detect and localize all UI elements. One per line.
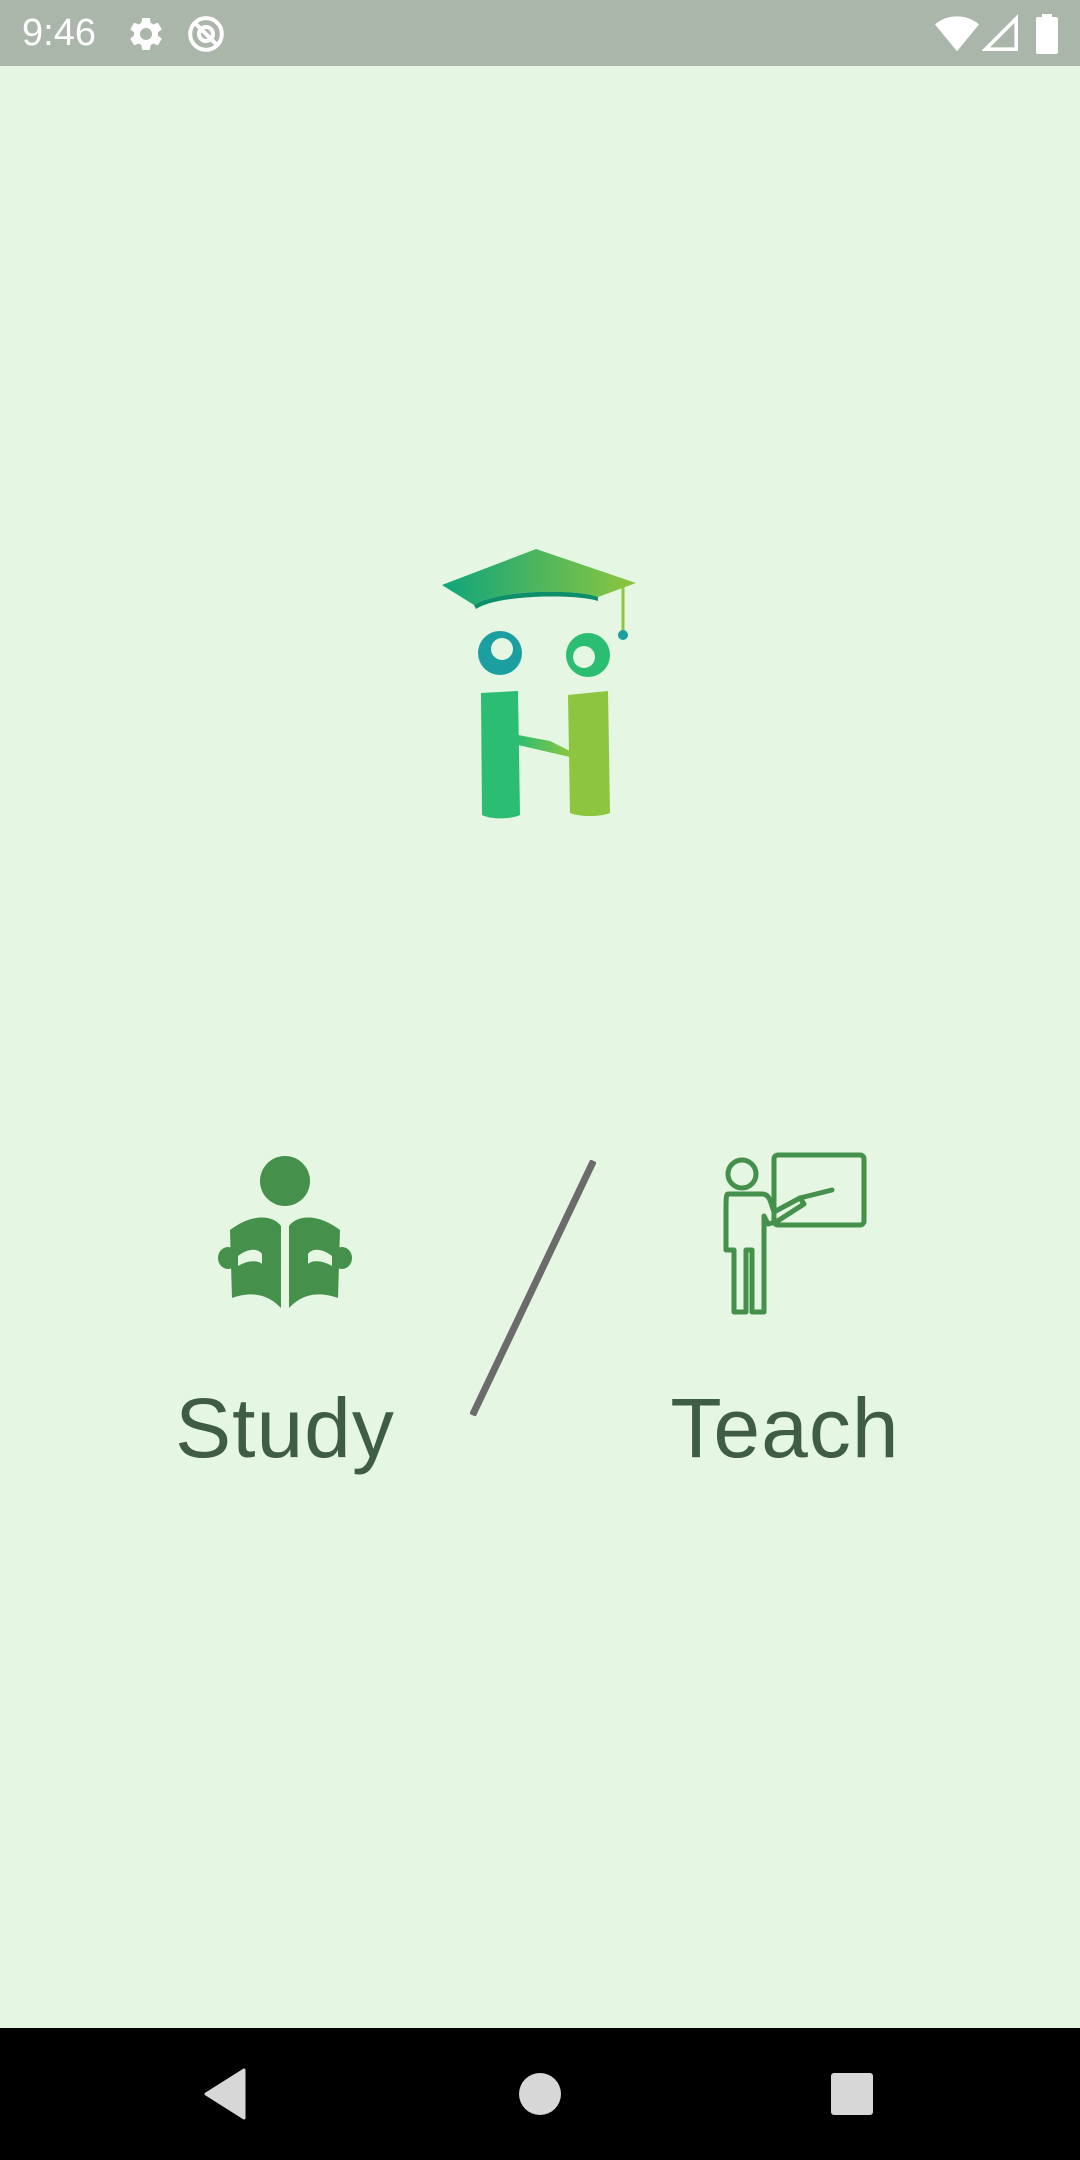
teacher-board-icon <box>723 1152 867 1315</box>
home-icon[interactable] <box>510 2064 570 2124</box>
settings-icon <box>130 17 162 50</box>
sync-disabled-icon <box>188 16 224 52</box>
recents-icon[interactable] <box>822 2064 882 2124</box>
student-reading-icon <box>218 1156 352 1308</box>
teach-option[interactable]: Teach <box>660 1140 910 1480</box>
divider-slash <box>470 1160 596 1416</box>
study-option[interactable]: Study <box>170 1140 400 1480</box>
app-screen: 9:46 Study Teach <box>0 0 1080 2160</box>
status-time: 9:46 <box>22 12 96 54</box>
teach-label: Teach <box>670 1381 900 1475</box>
study-label: Study <box>175 1381 395 1475</box>
app-logo <box>442 549 636 819</box>
wifi-icon <box>934 16 980 52</box>
battery-icon <box>1036 14 1058 54</box>
cell-signal-icon <box>982 14 1018 51</box>
navigation-bar <box>0 2028 1080 2160</box>
back-icon[interactable] <box>196 2064 256 2124</box>
status-bar: 9:46 <box>0 0 1080 66</box>
